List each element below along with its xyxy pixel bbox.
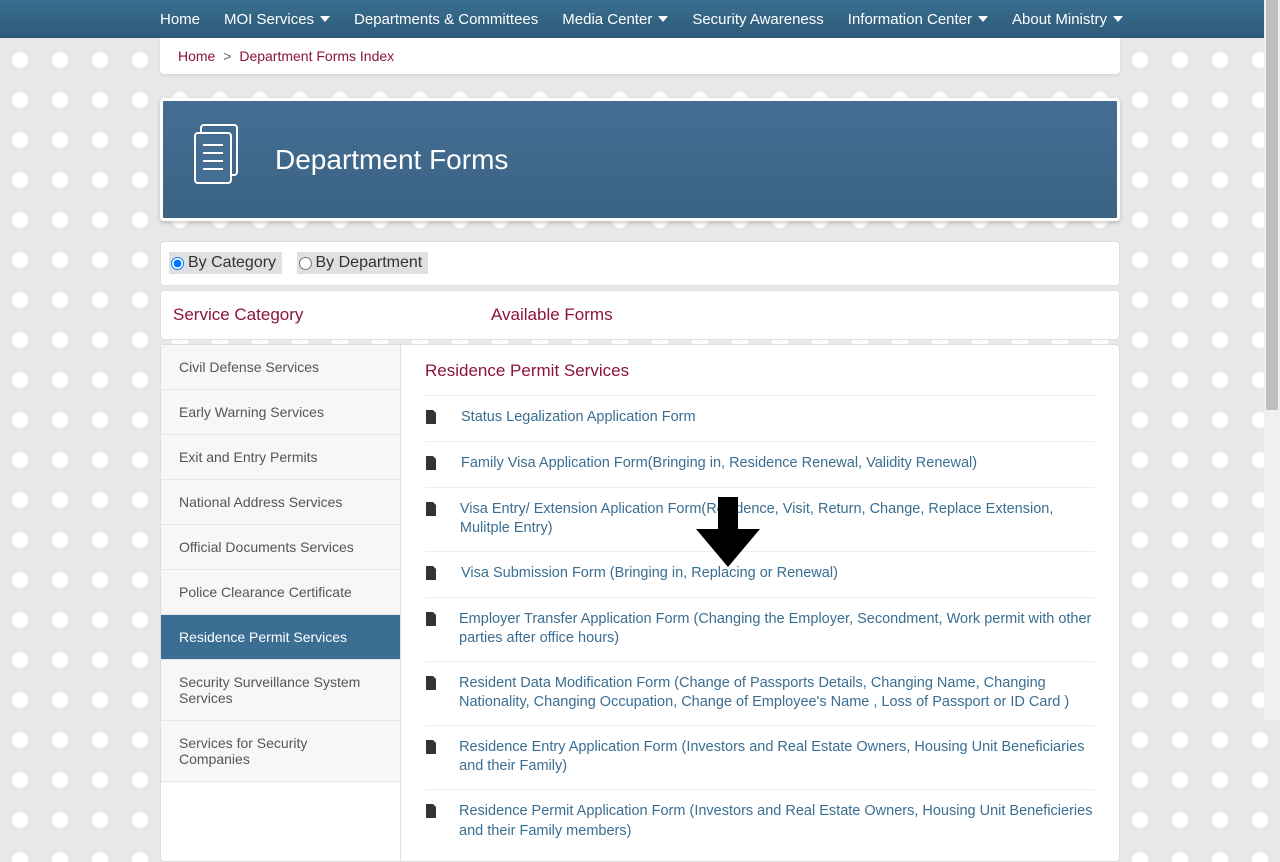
breadcrumb-current: Department Forms Index xyxy=(239,48,394,64)
nav-moi-services[interactable]: MOI Services xyxy=(224,11,330,28)
chevron-down-icon xyxy=(658,16,668,22)
form-link[interactable]: Residence Entry Application Form (Invest… xyxy=(459,738,1095,777)
file-icon xyxy=(425,566,439,585)
form-link[interactable]: Residence Permit Application Form (Inves… xyxy=(459,802,1095,841)
scrollbar-thumb[interactable] xyxy=(1266,0,1278,410)
sidebar: Civil Defense Services Early Warning Ser… xyxy=(161,345,401,862)
sidebar-item-early-warning[interactable]: Early Warning Services xyxy=(161,390,400,435)
header-service-category: Service Category xyxy=(173,305,303,324)
nav-media-center[interactable]: Media Center xyxy=(562,11,668,28)
form-link[interactable]: Visa Submission Form (Bringing in, Repla… xyxy=(461,564,838,584)
sidebar-item-official-documents[interactable]: Official Documents Services xyxy=(161,525,400,570)
filter-bar: By Category By Department xyxy=(160,241,1120,286)
form-row: Residence Permit Application Form (Inves… xyxy=(425,789,1095,853)
scrollbar[interactable] xyxy=(1264,0,1280,720)
form-row: Visa Submission Form (Bringing in, Repla… xyxy=(425,551,1095,597)
sidebar-item-exit-entry[interactable]: Exit and Entry Permits xyxy=(161,435,400,480)
file-icon xyxy=(425,740,437,759)
breadcrumb-sep: > xyxy=(223,48,231,64)
sidebar-item-security-companies[interactable]: Services for Security Companies xyxy=(161,721,400,782)
form-link[interactable]: Employer Transfer Application Form (Chan… xyxy=(459,610,1095,649)
filter-by-category[interactable]: By Category xyxy=(169,252,282,274)
nav-security-awareness[interactable]: Security Awareness xyxy=(692,11,823,28)
top-nav: Home MOI Services Departments & Committe… xyxy=(0,0,1280,38)
filter-by-department[interactable]: By Department xyxy=(297,252,429,274)
page-hero: Department Forms xyxy=(160,98,1120,221)
forms-panel: Residence Permit Services Status Legaliz… xyxy=(401,345,1119,862)
form-link[interactable]: Resident Data Modification Form (Change … xyxy=(459,674,1095,713)
file-icon xyxy=(425,456,439,475)
chevron-down-icon xyxy=(1113,16,1123,22)
document-icon xyxy=(191,123,247,196)
header-available-forms: Available Forms xyxy=(491,305,613,324)
form-row: Employer Transfer Application Form (Chan… xyxy=(425,597,1095,661)
nav-information-center[interactable]: Information Center xyxy=(848,11,988,28)
file-icon xyxy=(425,804,437,823)
nav-about-ministry[interactable]: About Ministry xyxy=(1012,11,1123,28)
chevron-down-icon xyxy=(320,16,330,22)
sidebar-item-security-surveillance[interactable]: Security Surveillance System Services xyxy=(161,660,400,721)
sidebar-item-residence-permit[interactable]: Residence Permit Services xyxy=(161,615,400,660)
form-link[interactable]: Status Legalization Application Form xyxy=(461,408,696,428)
form-row: Residence Entry Application Form (Invest… xyxy=(425,725,1095,789)
column-headers: Service Category Available Forms xyxy=(160,290,1120,340)
file-icon xyxy=(425,612,437,631)
chevron-down-icon xyxy=(978,16,988,22)
form-row: Resident Data Modification Form (Change … xyxy=(425,661,1095,725)
form-row: Visa Entry/ Extension Aplication Form(Re… xyxy=(425,487,1095,551)
breadcrumb: Home > Department Forms Index xyxy=(160,38,1120,74)
breadcrumb-home[interactable]: Home xyxy=(178,48,215,64)
form-row: Family Visa Application Form(Bringing in… xyxy=(425,441,1095,487)
sidebar-item-police-clearance[interactable]: Police Clearance Certificate xyxy=(161,570,400,615)
sidebar-item-national-address[interactable]: National Address Services xyxy=(161,480,400,525)
radio-by-category[interactable] xyxy=(171,257,184,270)
sidebar-item-civil-defense[interactable]: Civil Defense Services xyxy=(161,345,400,390)
nav-home[interactable]: Home xyxy=(160,11,200,28)
nav-departments[interactable]: Departments & Committees xyxy=(354,11,538,28)
page-title: Department Forms xyxy=(275,144,508,176)
radio-by-department[interactable] xyxy=(299,257,312,270)
file-icon xyxy=(425,676,437,695)
file-icon xyxy=(425,502,438,521)
content-row: Civil Defense Services Early Warning Ser… xyxy=(160,344,1120,862)
form-row: Status Legalization Application Form xyxy=(425,395,1095,441)
file-icon xyxy=(425,410,439,429)
form-link[interactable]: Visa Entry/ Extension Aplication Form(Re… xyxy=(460,500,1095,539)
form-link[interactable]: Family Visa Application Form(Bringing in… xyxy=(461,454,977,474)
forms-title: Residence Permit Services xyxy=(425,361,1095,381)
